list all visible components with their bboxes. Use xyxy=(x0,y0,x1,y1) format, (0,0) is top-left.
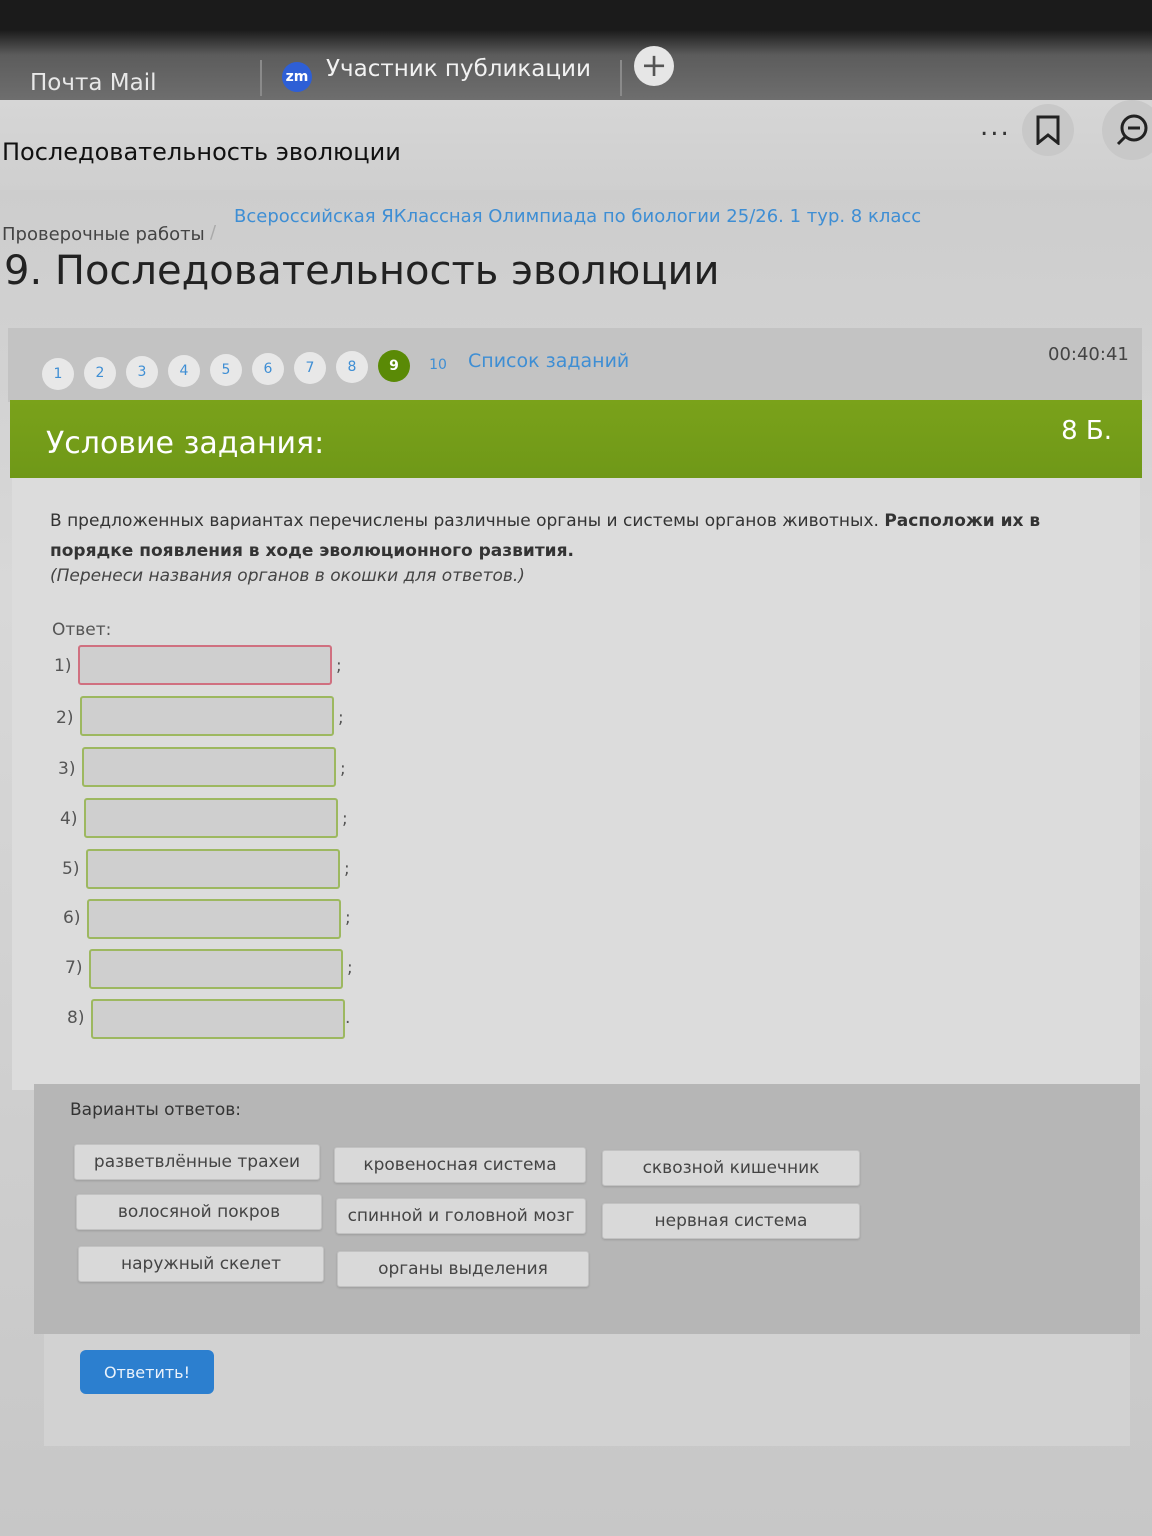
tab-mail[interactable]: Почта Mail xyxy=(30,70,156,96)
slot-label: 2) xyxy=(56,708,74,728)
task-nav-5[interactable]: 5 xyxy=(210,354,242,386)
task-condition-banner: Условие задания: 8 Б. xyxy=(10,400,1142,478)
new-tab-button[interactable]: + xyxy=(634,46,674,86)
task-nav-8[interactable]: 8 xyxy=(336,351,368,383)
slot-label: 8) xyxy=(67,1008,85,1028)
slot-separator: . xyxy=(345,1008,351,1028)
slot-label: 7) xyxy=(65,958,83,978)
variant-chip[interactable]: разветвлённые трахеи xyxy=(74,1144,320,1180)
banner-title: Условие задания: xyxy=(46,426,325,461)
slot-label: 3) xyxy=(58,759,76,779)
answer-drop-slot-4[interactable] xyxy=(84,798,338,838)
timer: 00:40:41 xyxy=(1048,344,1129,365)
task-nav-10[interactable]: 10 xyxy=(422,349,454,381)
submit-answer-button[interactable]: Ответить! xyxy=(80,1350,214,1394)
slot-separator: ; xyxy=(344,859,350,879)
question-hint: (Перенеси названия органов в окошки для … xyxy=(50,566,525,586)
variant-chip[interactable]: нервная система xyxy=(602,1203,860,1239)
slot-separator: ; xyxy=(336,656,342,676)
slot-separator: ; xyxy=(342,809,348,829)
answer-drop-slot-1[interactable] xyxy=(78,645,332,685)
score-badge: 8 Б. xyxy=(1061,416,1112,446)
task-nav-1[interactable]: 1 xyxy=(42,358,74,390)
slot-separator: ; xyxy=(338,708,344,728)
variant-chip[interactable]: кровеносная система xyxy=(334,1147,586,1183)
task-nav-2[interactable]: 2 xyxy=(84,357,116,389)
slot-separator: ; xyxy=(340,759,346,779)
variant-chip[interactable]: спинной и головной мозг xyxy=(336,1198,586,1234)
variant-chip[interactable]: волосяной покров xyxy=(76,1194,322,1230)
page-title: 9. Последовательность эволюции xyxy=(4,248,720,294)
answer-drop-slot-6[interactable] xyxy=(87,899,341,939)
tab-separator xyxy=(260,60,262,96)
slot-label: 5) xyxy=(62,859,80,879)
browser-tab-bar xyxy=(0,0,1152,100)
slot-separator: ; xyxy=(345,908,351,928)
tab-separator xyxy=(620,60,622,96)
answer-drop-slot-7[interactable] xyxy=(89,949,343,989)
variant-chip[interactable]: сквозной кишечник xyxy=(602,1150,860,1186)
answer-drop-slot-8[interactable] xyxy=(91,999,345,1039)
page-header-title: Последовательность эволюции xyxy=(2,138,401,166)
question-text: В предложенных вариантах перечислены раз… xyxy=(50,506,1080,566)
breadcrumb-root[interactable]: Проверочные работы xyxy=(2,224,205,245)
more-menu-button[interactable]: ... xyxy=(980,112,1011,142)
answer-label: Ответ: xyxy=(52,620,112,640)
zoom-icon: zm xyxy=(282,62,312,92)
breadcrumb-current[interactable]: Всероссийская ЯКлассная Олимпиада по био… xyxy=(234,206,921,227)
slot-label: 1) xyxy=(54,656,72,676)
task-nav-6[interactable]: 6 xyxy=(252,353,284,385)
variants-label: Варианты ответов: xyxy=(70,1100,242,1120)
task-nav-4[interactable]: 4 xyxy=(168,355,200,387)
variant-chip[interactable]: органы выделения xyxy=(337,1251,589,1287)
slot-label: 4) xyxy=(60,809,78,829)
task-list-link[interactable]: Список заданий xyxy=(468,350,629,372)
answer-drop-slot-2[interactable] xyxy=(80,696,334,736)
variant-chip[interactable]: наружный скелет xyxy=(78,1246,324,1282)
tab-publication[interactable]: Участник публикации - Z xyxy=(326,56,598,82)
slot-separator: ; xyxy=(347,958,353,978)
slot-label: 6) xyxy=(63,908,81,928)
task-nav-3[interactable]: 3 xyxy=(126,356,158,388)
task-nav-9-active[interactable]: 9 xyxy=(378,350,410,382)
answer-drop-slot-3[interactable] xyxy=(82,747,336,787)
breadcrumb-separator: / xyxy=(210,222,217,243)
bookmark-icon[interactable] xyxy=(1022,104,1074,156)
answer-drop-slot-5[interactable] xyxy=(86,849,340,889)
question-plain: В предложенных вариантах перечислены раз… xyxy=(50,511,885,531)
task-nav-7[interactable]: 7 xyxy=(294,352,326,384)
